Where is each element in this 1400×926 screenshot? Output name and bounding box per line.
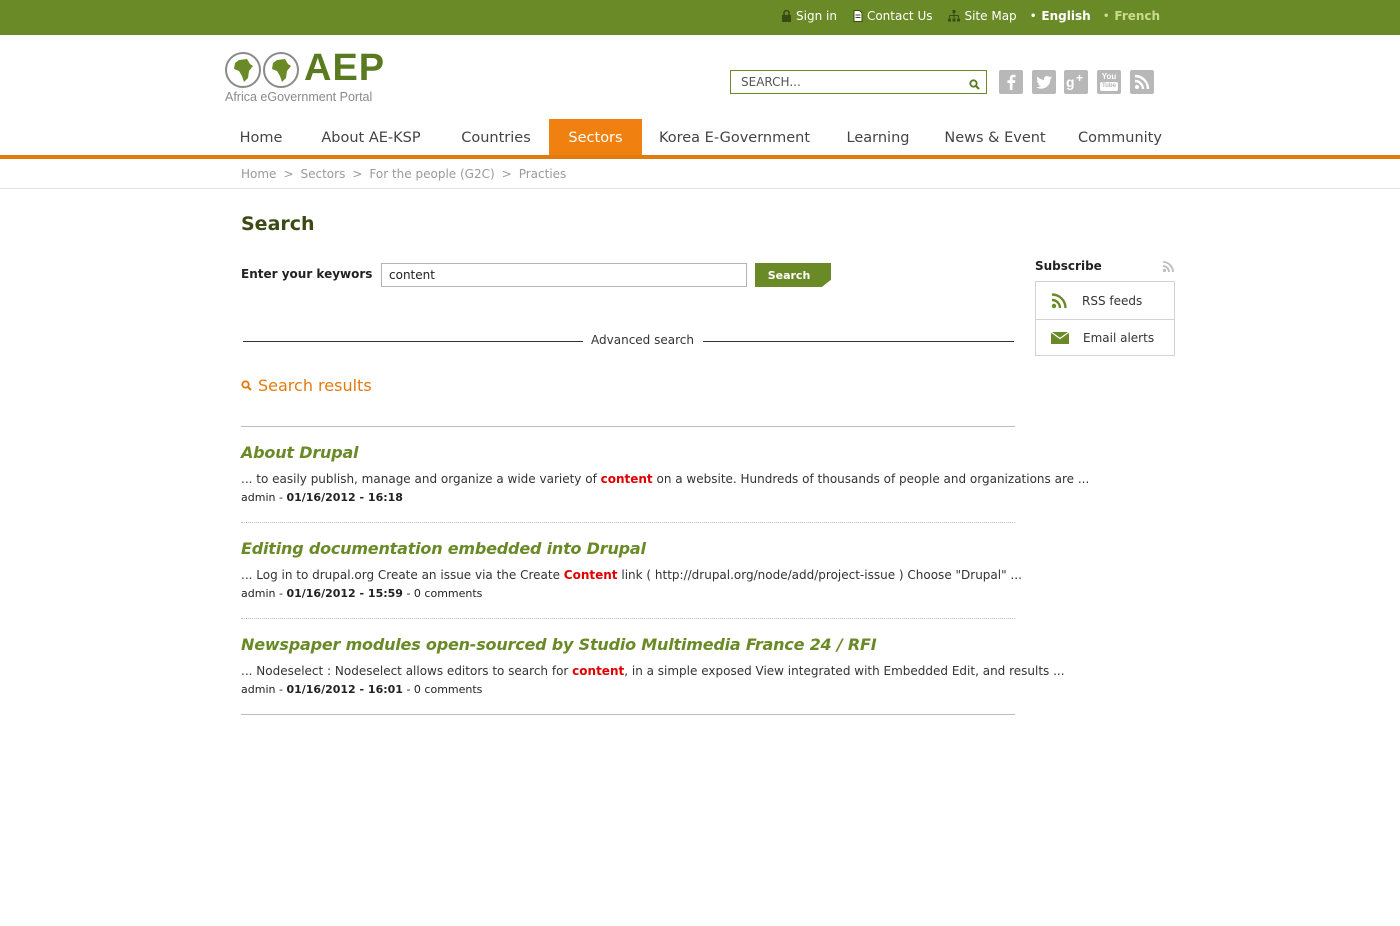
keywords-input[interactable] [381,263,747,287]
divider [241,426,1015,427]
snippet-highlight: content [600,472,653,486]
site-map-label: Site Map [964,9,1017,23]
sign-in-label: Sign in [796,9,837,23]
lang-english-link[interactable]: • English [1030,9,1091,23]
page-title: Search [241,213,315,235]
subscribe-title: Subscribe [1035,259,1102,273]
nav-learning[interactable]: Learning [836,119,920,155]
rss-feeds-label: RSS feeds [1082,293,1143,308]
email-alerts-label: Email alerts [1083,331,1155,345]
snippet-text: ... Nodeselect : Nodeselect allows edito… [241,664,573,678]
breadcrumb-separator: > [501,167,512,181]
result-comments[interactable]: 0 comments [414,587,483,600]
snippet-text: ... to easily publish, manage and organi… [241,472,601,486]
nav-countries[interactable]: Countries [450,119,542,155]
sitemap-icon [948,10,961,22]
result-date: 01/16/2012 - 15:59 [286,587,403,600]
nav-news-event[interactable]: News & Event [938,119,1052,155]
snippet-text: ... Log in to drupal.org Create an issue… [241,568,564,582]
rss-icon [1051,293,1067,309]
rss-icon[interactable] [1162,258,1175,277]
youtube-icon[interactable]: You Tube [1097,70,1121,94]
result-meta: admin - 01/16/2012 - 15:59 - 0 comments [241,587,483,600]
breadcrumb-g2c[interactable]: For the people (G2C) [369,167,494,181]
snippet-text: , in a simple exposed View integrated wi… [624,664,1065,678]
site-logo[interactable]: AEP Africa eGovernment Portal [224,47,386,106]
result-title[interactable]: Newspaper modules open-sourced by Studio… [241,635,877,654]
lang-english-label: English [1041,9,1091,23]
email-alerts-link[interactable]: Email alerts [1036,319,1174,356]
result-meta: admin - 01/16/2012 - 16:01 - 0 comments [241,683,483,696]
facebook-icon[interactable] [999,70,1023,94]
search-icon[interactable] [969,75,980,94]
result-snippet: ... Log in to drupal.org Create an issue… [241,568,1022,582]
africa-globe-icon [263,52,299,88]
results-heading-label: Search results [258,376,372,395]
rss-icon[interactable] [1130,70,1154,94]
contact-us-label: Contact Us [866,9,933,23]
utility-links: Sign in Contact Us Site Map [781,9,1033,23]
header-search-box [730,70,987,94]
snippet-highlight: Content [563,568,618,582]
header-search-input[interactable] [731,71,951,93]
lock-icon [782,10,791,22]
result-date: 01/16/2012 - 16:18 [286,491,403,504]
top-bar: Sign in Contact Us Site Map • English • Fr… [0,0,1400,35]
site-map-link[interactable]: Site Map [948,9,1017,23]
divider [241,714,1015,715]
result-title[interactable]: Editing documentation embedded into Drup… [241,539,646,558]
breadcrumb-sectors[interactable]: Sectors [301,167,346,181]
search-button[interactable]: Search [755,263,831,287]
divider [241,522,1015,523]
nav-about[interactable]: About AE-KSP [305,119,437,155]
result-author[interactable]: admin [241,491,275,504]
bullet-icon: • [1030,11,1037,22]
envelope-icon [1051,332,1069,344]
breadcrumb-home[interactable]: Home [241,167,276,181]
keywords-label: Enter your keywors [241,267,373,281]
breadcrumb-bar: Home > Sectors > For the people (G2C) > Practi… [0,159,1400,189]
result-snippet: ... to easily publish, manage and organi… [241,472,1089,486]
results-heading: Search results [241,376,372,395]
result-author[interactable]: admin [241,587,275,600]
breadcrumb-current: Practies [518,167,567,181]
snippet-highlight: content [572,664,625,678]
result-date: 01/16/2012 - 16:01 [286,683,403,696]
advanced-search-link[interactable]: Advanced search [585,333,700,347]
sign-in-link[interactable]: Sign in [781,9,837,23]
nav-korea-e-government[interactable]: Korea E-Government [652,119,817,155]
subscribe-box: RSS feeds Email alerts [1035,281,1175,356]
lang-french-link[interactable]: • French [1103,9,1160,23]
google-plus-icon[interactable]: g + [1064,70,1088,94]
snippet-text: link ( http://drupal.org/node/add/projec… [617,568,1022,582]
document-icon [853,10,863,22]
search-icon [241,380,252,391]
logo-subtitle: Africa eGovernment Portal [225,90,373,104]
nav-sectors[interactable]: Sectors [549,119,642,155]
contact-us-link[interactable]: Contact Us [853,9,933,23]
divider [703,341,1014,342]
bullet-icon: • [1103,11,1110,22]
snippet-text: on a website. Hundreds of thousands of p… [652,472,1090,486]
breadcrumb: Home > Sectors > For the people (G2C) > Practi… [241,167,566,181]
breadcrumb-separator: > [352,167,363,181]
result-comments[interactable]: 0 comments [414,683,483,696]
nav-home[interactable]: Home [227,119,295,155]
result-snippet: ... Nodeselect : Nodeselect allows edito… [241,664,1065,678]
lang-french-label: French [1114,9,1161,23]
divider [241,618,1015,619]
nav-community[interactable]: Community [1070,119,1170,155]
result-author[interactable]: admin [241,683,275,696]
main-nav: Home About AE-KSP Countries Sectors Kore… [0,119,1400,159]
result-meta: admin - 01/16/2012 - 16:18 [241,491,403,504]
breadcrumb-separator: > [283,167,294,181]
logo-title: AEP [304,47,386,89]
result-title[interactable]: About Drupal [241,443,359,462]
rss-feeds-link[interactable]: RSS feeds [1036,282,1174,319]
africa-globe-icon [225,52,261,88]
twitter-icon[interactable] [1032,70,1056,94]
divider [243,341,583,342]
